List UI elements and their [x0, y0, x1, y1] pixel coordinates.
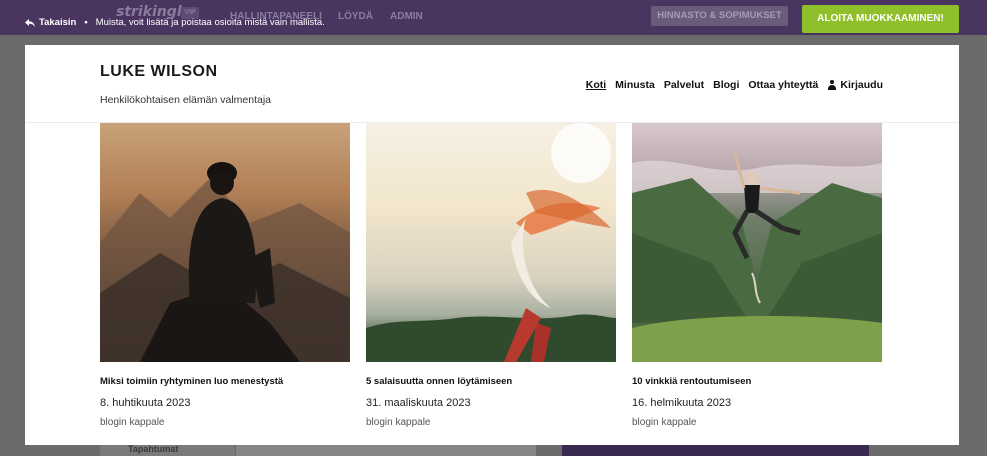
site-nav-services[interactable]: Palvelut: [664, 79, 704, 91]
post-date: 16. helmikuuta 2023: [632, 397, 732, 409]
post-category: blogin kappale: [632, 417, 697, 428]
start-editing-button[interactable]: ALOITA MUOKKAAMINEN!: [802, 5, 959, 33]
post-image-photo: [366, 123, 616, 362]
back-link[interactable]: Takaisin • Muista, voit lisätä ja poista…: [25, 17, 325, 28]
post-title[interactable]: Miksi toimiin ryhtyminen luo menestystä: [100, 376, 350, 387]
blog-post-card[interactable]: Miksi toimiin ryhtyminen luo menestystä …: [100, 123, 350, 428]
template-preview: LUKE WILSON Henkilökohtaisen elämän valm…: [25, 45, 959, 445]
site-nav-about[interactable]: Minusta: [615, 79, 655, 91]
post-date: 8. huhtikuuta 2023: [100, 397, 191, 409]
post-image[interactable]: [100, 123, 350, 362]
post-category: blogin kappale: [366, 417, 431, 428]
site-subtitle: Henkilökohtaisen elämän valmentaja: [100, 94, 272, 106]
post-image-photo: [632, 152, 882, 362]
background-events-label: Tapahtumat: [128, 444, 179, 454]
user-icon: [827, 80, 837, 90]
post-image[interactable]: [632, 123, 882, 362]
post-date: 31. maaliskuuta 2023: [366, 397, 471, 409]
back-arrow-icon: [25, 18, 35, 27]
post-title[interactable]: 5 salaisuutta onnen löytämiseen: [366, 376, 616, 387]
login-label: Kirjaudu: [840, 79, 883, 91]
separator-dot: •: [84, 17, 88, 28]
post-title[interactable]: 10 vinkkiä rentoutumiseen: [632, 376, 882, 387]
editor-note: Muista, voit lisätä ja poistaa osioita m…: [95, 17, 325, 28]
nav-discover[interactable]: LÖYDÄ: [338, 11, 373, 22]
back-label: Takaisin: [39, 17, 77, 28]
site-title[interactable]: LUKE WILSON: [100, 63, 218, 81]
site-nav-blog[interactable]: Blogi: [713, 79, 739, 91]
post-image[interactable]: [366, 123, 616, 362]
site-nav-login[interactable]: Kirjaudu: [827, 79, 883, 91]
site-nav-contact[interactable]: Ottaa yhteyttä: [748, 79, 818, 91]
site-nav: Koti Minusta Palvelut Blogi Ottaa yhteyt…: [586, 79, 883, 91]
blog-post-card[interactable]: 5 salaisuutta onnen löytämiseen 31. maal…: [366, 123, 616, 428]
site-nav-home[interactable]: Koti: [586, 79, 606, 91]
blog-post-card[interactable]: 10 vinkkiä rentoutumiseen 16. helmikuuta…: [632, 123, 882, 428]
nav-admin[interactable]: ADMIN: [390, 11, 423, 22]
pricing-button[interactable]: HINNASTO & SOPIMUKSET: [651, 6, 788, 26]
post-image-photo: [100, 162, 350, 362]
post-category: blogin kappale: [100, 417, 165, 428]
